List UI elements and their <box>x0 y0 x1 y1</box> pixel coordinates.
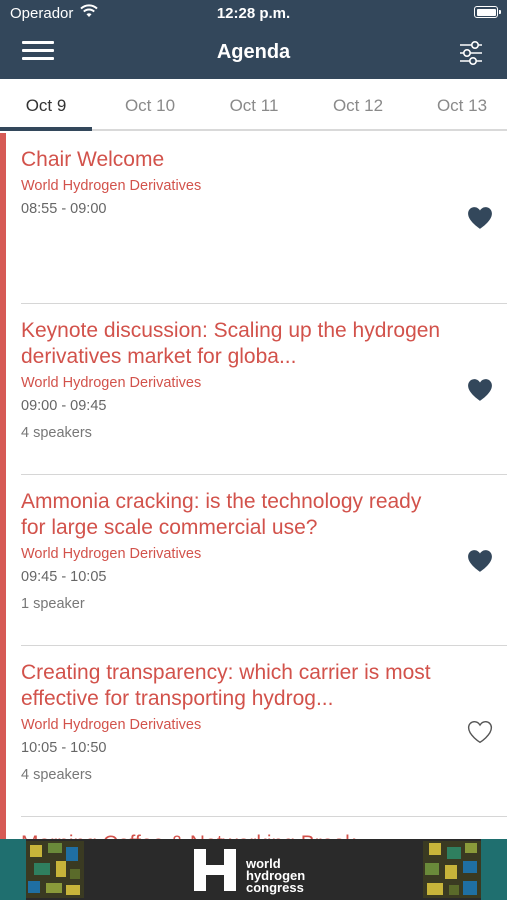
session-title: Ammonia cracking: is the technology read… <box>21 490 422 539</box>
tab-oct-12[interactable]: Oct 12 <box>306 79 410 131</box>
session-time: 09:45 - 10:05 <box>21 569 107 585</box>
status-bar: Operador 12:28 p.m. <box>0 0 507 28</box>
session-speakers: 1 speaker <box>21 596 85 612</box>
session-time: 08:55 - 09:00 <box>21 201 107 217</box>
list-divider <box>21 474 507 475</box>
session-title: Chair Welcome <box>21 148 165 171</box>
session-title: Morning Coffee & Networking Break <box>21 831 491 839</box>
page-title: Agenda <box>216 41 291 63</box>
session-title: Creating transparency: which carrier is … <box>21 661 431 710</box>
session-track: World Hydrogen Derivatives <box>21 375 202 391</box>
date-tabs: Oct 9 Oct 10 Oct 11 Oct 12 Oct 13 <box>0 79 507 131</box>
active-tab-indicator <box>0 127 92 131</box>
session-speakers: 4 speakers <box>21 767 92 783</box>
banner-pattern-left <box>26 841 84 898</box>
session-speakers: 4 speakers <box>21 425 92 441</box>
session-item[interactable]: Chair Welcome World Hydrogen Derivatives… <box>21 147 507 303</box>
session-time: 10:05 - 10:50 <box>21 740 107 756</box>
tab-oct-13[interactable]: Oct 13 <box>410 79 507 131</box>
list-divider <box>21 645 507 646</box>
session-item[interactable]: Morning Coffee & Networking Break <box>21 831 507 839</box>
session-track: World Hydrogen Derivatives <box>21 546 202 562</box>
session-track: World Hydrogen Derivatives <box>21 178 202 194</box>
banner-edge-right <box>481 839 507 900</box>
banner-edge-left <box>0 839 26 900</box>
clock: 12:28 p.m. <box>216 5 291 22</box>
session-item[interactable]: Creating transparency: which carrier is … <box>21 660 507 816</box>
track-color-bar <box>0 133 6 839</box>
brand-line-3: congress <box>246 880 304 895</box>
banner-brand-text: world hydrogen congress <box>246 857 305 895</box>
heart-outline-icon[interactable] <box>467 720 493 744</box>
tab-oct-11[interactable]: Oct 11 <box>202 79 306 131</box>
battery-icon <box>474 6 501 18</box>
session-item[interactable]: Keynote discussion: Scaling up the hydro… <box>21 318 507 474</box>
sponsor-banner[interactable]: world hydrogen congress <box>0 839 507 900</box>
list-divider <box>21 816 507 817</box>
session-list[interactable]: Chair Welcome World Hydrogen Derivatives… <box>0 133 507 839</box>
banner-pattern-right <box>423 841 481 898</box>
heart-icon[interactable] <box>467 378 493 402</box>
heart-icon[interactable] <box>467 549 493 573</box>
list-divider <box>21 303 507 304</box>
heart-icon[interactable] <box>467 206 493 230</box>
session-item[interactable]: Ammonia cracking: is the technology read… <box>21 489 507 645</box>
tab-oct-9[interactable]: Oct 9 <box>0 79 92 131</box>
tab-oct-10[interactable]: Oct 10 <box>98 79 202 131</box>
congress-logo-icon <box>194 849 236 891</box>
session-track: World Hydrogen Derivatives <box>21 717 202 733</box>
session-title: Keynote discussion: Scaling up the hydro… <box>21 319 441 368</box>
sliders-icon[interactable] <box>456 38 486 68</box>
app-header: Operador 12:28 p.m. Agenda <box>0 0 507 79</box>
session-time: 09:00 - 09:45 <box>21 398 107 414</box>
